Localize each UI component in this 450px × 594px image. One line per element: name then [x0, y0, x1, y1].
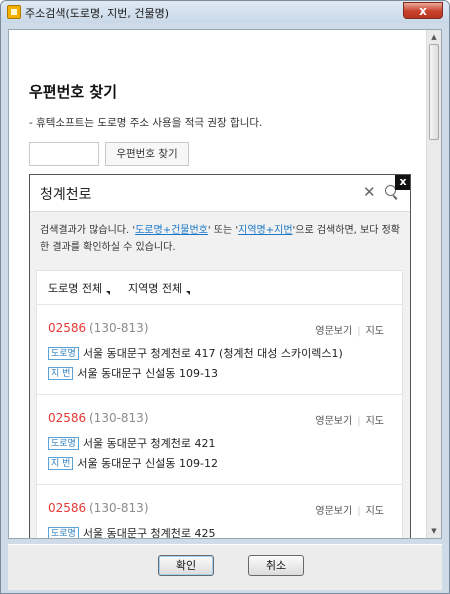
english-view-link[interactable]: 영문보기 — [315, 326, 352, 337]
scroll-down-icon[interactable]: ▼ — [427, 524, 441, 538]
region-name-filter[interactable]: 지역명 전체 — [128, 280, 191, 296]
scroll-up-icon[interactable]: ▲ — [427, 30, 441, 44]
postal-code-input[interactable] — [29, 142, 99, 166]
search-hint: 검색결과가 많습니다. '도로명+건물번호' 또는 '지역명+지번'으로 검색하… — [40, 222, 400, 256]
english-view-link[interactable]: 영문보기 — [315, 506, 352, 517]
map-link[interactable]: 지도 — [366, 506, 384, 517]
search-popup: 청계천로 ✕ x 검색결과가 많습니다. '도로명+건물번호' 또는 '지역명+… — [29, 174, 411, 538]
road-address[interactable]: 도로명 서울 동대문구 청계천로 421 — [48, 435, 216, 451]
road-badge: 도로명 — [48, 347, 79, 360]
scrollbar-thumb[interactable] — [429, 44, 439, 140]
scroll-content: 우편번호 찾기 - 휴텍소프트는 도로명 주소 사용을 적극 권장 합니다. 우… — [9, 30, 427, 538]
filter-label: 지역명 전체 — [128, 282, 183, 295]
zip-code[interactable]: 02586 — [48, 501, 86, 515]
hint-text: 검색결과가 많습니다. ' — [40, 225, 136, 236]
dialog-button-bar: 확인 취소 — [8, 544, 442, 590]
english-view-link[interactable]: 영문보기 — [315, 416, 352, 427]
title-bar[interactable]: 주소검색(도로명, 지번, 건물명) x — [1, 1, 449, 23]
result-list: 도로명 전체 지역명 전체 02586 (130-813) 영문보기 | 지도 도로… — [36, 270, 403, 538]
filter-label: 도로명 전체 — [48, 282, 103, 295]
zip-code[interactable]: 02586 — [48, 411, 86, 425]
jibun-address-text: 서울 동대문구 신설동 109-12 — [77, 457, 218, 470]
jibun-address[interactable]: 지 번 서울 동대문구 신설동 109-13 — [48, 365, 218, 381]
find-postal-code-button[interactable]: 우편번호 찾기 — [105, 142, 189, 166]
vertical-scrollbar[interactable]: ▲ ▼ — [426, 30, 441, 538]
search-bar: 청계천로 ✕ — [30, 175, 410, 212]
window-title: 주소검색(도로명, 지번, 건물명) — [25, 7, 170, 20]
road-address-text: 서울 동대문구 청계천로 425 — [82, 527, 216, 538]
popup-close-button[interactable]: x — [395, 175, 410, 190]
map-link[interactable]: 지도 — [366, 326, 384, 337]
road-address-text: 서울 동대문구 청계천로 421 — [82, 437, 216, 450]
list-item[interactable]: 02586 (130-813) 영문보기 | 지도 도로명 서울 동대문구 청계천로 … — [37, 305, 402, 395]
road-badge: 도로명 — [48, 527, 79, 538]
filter-row: 도로명 전체 지역명 전체 — [37, 271, 402, 305]
notice-text: - 휴텍소프트는 도로명 주소 사용을 적극 권장 합니다. — [29, 117, 263, 129]
list-item[interactable]: 02586 (130-813) 영문보기 | 지도 도로명 서울 동대문구 청계천로 … — [37, 485, 402, 538]
road-address[interactable]: 도로명 서울 동대문구 청계천로 417 (청계천 대성 스카이렉스1) — [48, 345, 343, 361]
jibun-address[interactable]: 지 번 서울 동대문구 신설동 109-12 — [48, 455, 218, 471]
road-name-filter[interactable]: 도로명 전체 — [48, 280, 111, 296]
cancel-button[interactable]: 취소 — [248, 555, 304, 576]
result-area: 검색결과가 많습니다. '도로명+건물번호' 또는 '지역명+지번'으로 검색하… — [30, 212, 410, 538]
zip-code[interactable]: 02586 — [48, 321, 86, 335]
old-zip-code: (130-813) — [89, 501, 149, 515]
address-search-window: 주소검색(도로명, 지번, 건물명) x 우편번호 찾기 - 휴텍소프트는 도로… — [0, 0, 450, 594]
road-address-text: 서울 동대문구 청계천로 417 (청계천 대성 스카이렉스1) — [82, 347, 343, 360]
client-area: 우편번호 찾기 - 휴텍소프트는 도로명 주소 사용을 적극 권장 합니다. 우… — [8, 29, 442, 539]
window-close-button[interactable]: x — [403, 2, 443, 19]
item-actions: 영문보기 | 지도 — [315, 416, 384, 427]
item-actions: 영문보기 | 지도 — [315, 506, 384, 517]
old-zip-code: (130-813) — [89, 411, 149, 425]
page-title: 우편번호 찾기 — [29, 83, 118, 101]
road-badge: 도로명 — [48, 437, 79, 450]
hint-text: ' 또는 ' — [207, 225, 239, 236]
close-icon[interactable]: ✕ — [363, 183, 376, 201]
map-link[interactable]: 지도 — [366, 416, 384, 427]
road-building-number-link[interactable]: 도로명+건물번호 — [135, 225, 208, 236]
dropdown-icon — [106, 291, 111, 295]
region-jibun-link[interactable]: 지역명+지번 — [238, 225, 292, 236]
search-input[interactable]: 청계천로 — [40, 184, 92, 204]
ok-button[interactable]: 확인 — [158, 555, 214, 576]
app-icon — [7, 5, 21, 19]
list-item[interactable]: 02586 (130-813) 영문보기 | 지도 도로명 서울 동대문구 청계천로 … — [37, 395, 402, 485]
jibun-address-text: 서울 동대문구 신설동 109-13 — [77, 367, 218, 380]
dropdown-icon — [186, 291, 191, 295]
item-actions: 영문보기 | 지도 — [315, 326, 384, 337]
road-address[interactable]: 도로명 서울 동대문구 청계천로 425 — [48, 525, 216, 538]
jibun-badge: 지 번 — [48, 367, 74, 380]
jibun-badge: 지 번 — [48, 457, 74, 470]
old-zip-code: (130-813) — [89, 321, 149, 335]
